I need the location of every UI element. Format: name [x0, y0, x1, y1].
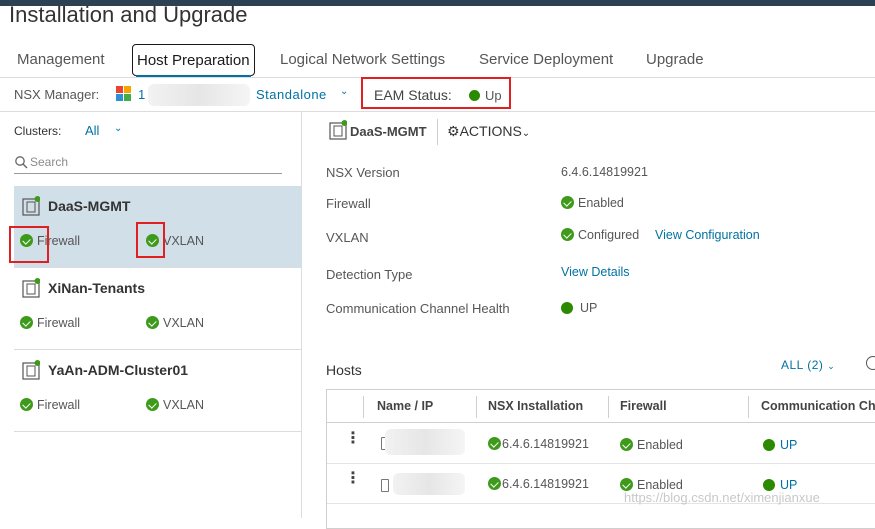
check-circle-icon — [488, 477, 501, 490]
column-name-ip[interactable]: Name / IP — [377, 399, 433, 413]
hosts-grid: Name / IP NSX Installation Firewall Comm… — [326, 389, 875, 529]
cluster-item-xinan-tenants[interactable]: XiNan-Tenants Firewall VXLAN — [14, 268, 302, 350]
firewall-cell: Enabled — [620, 438, 683, 452]
cluster-name: DaaS-MGMT — [48, 198, 131, 214]
check-circle-icon — [146, 398, 159, 411]
vxlan-value: Configured — [561, 228, 639, 242]
firewall-status: Firewall — [20, 398, 80, 412]
tab-host-preparation[interactable]: Host Preparation — [132, 44, 255, 78]
gear-icon: ⚙ — [447, 123, 460, 139]
nsx-manager-ip[interactable]: 1 — [138, 87, 145, 102]
redacted-host-name — [393, 473, 465, 495]
actions-menu-button[interactable]: ⚙ACTIONS⌄ — [447, 123, 530, 140]
column-divider — [476, 396, 477, 418]
check-circle-icon — [20, 398, 33, 411]
check-circle-icon — [561, 196, 574, 209]
status-dot-icon — [469, 90, 480, 101]
clusters-label: Clusters: — [14, 124, 62, 138]
tab-management[interactable]: Management — [17, 44, 105, 76]
firewall-value: Enabled — [561, 196, 624, 210]
eam-status-label: EAM Status: — [374, 87, 452, 103]
row-actions-icon[interactable]: ⋮ — [345, 471, 361, 487]
chevron-down-icon: ⌄ — [521, 128, 531, 139]
check-circle-icon — [146, 316, 159, 329]
view-configuration-link[interactable]: View Configuration — [655, 228, 760, 242]
redacted-ip — [148, 84, 250, 106]
comm-channel-cell[interactable]: UP — [763, 438, 797, 452]
page-title: Installation and Upgrade — [9, 2, 248, 27]
nsx-manager-mode-dropdown[interactable]: Standalone — [256, 87, 327, 102]
cluster-item-yaan-adm-cluster01[interactable]: YaAn-ADM-Cluster01 Firewall VXLAN — [14, 350, 302, 432]
search-input[interactable] — [30, 153, 280, 171]
header-divider — [437, 119, 438, 145]
hosts-title: Hosts — [326, 362, 362, 378]
cluster-name: YaAn-ADM-Cluster01 — [48, 362, 189, 378]
watermark: https://blog.csdn.net/ximenjianxue — [624, 490, 820, 505]
tab-service-deployment[interactable]: Service Deployment — [479, 44, 613, 76]
vxlan-status: VXLAN — [146, 316, 204, 330]
check-circle-icon — [620, 438, 633, 451]
nsx-manager-icon — [116, 86, 132, 102]
cluster-icon — [329, 120, 347, 140]
nsx-version-label: NSX Version — [326, 165, 400, 180]
nsx-installation-cell: 6.4.6.14819921 — [488, 477, 589, 491]
cluster-name: XiNan-Tenants — [48, 280, 145, 296]
search-icon[interactable] — [866, 356, 875, 370]
detection-type-label: Detection Type — [326, 267, 413, 282]
search-icon — [15, 156, 28, 169]
eam-status-value: Up — [485, 88, 502, 103]
check-circle-icon — [488, 437, 501, 450]
status-dot-icon — [763, 439, 775, 451]
nsx-version-value: 6.4.6.14819921 — [561, 165, 648, 179]
status-dot-icon — [561, 302, 573, 314]
detail-cluster-name: DaaS-MGMT — [350, 124, 427, 139]
check-circle-icon — [561, 228, 574, 241]
vxlan-highlight — [136, 222, 165, 258]
table-row[interactable]: ⋮ 6.4.6.14819921 Enabled UP — [327, 425, 875, 464]
tab-bar: Management Host Preparation Logical Netw… — [0, 44, 875, 78]
clusters-panel: Clusters: All ⌄ DaaS-MGMT Firewall VXLAN… — [0, 112, 302, 518]
column-communication-channel[interactable]: Communication Ch — [761, 399, 875, 413]
column-divider — [363, 396, 364, 418]
column-nsx-installation[interactable]: NSX Installation — [488, 399, 583, 413]
nsx-manager-label: NSX Manager: — [14, 87, 100, 102]
firewall-label: Firewall — [326, 196, 371, 211]
tab-upgrade[interactable]: Upgrade — [646, 44, 704, 76]
vxlan-label: VXLAN — [326, 230, 369, 245]
comm-channel-value: UP — [561, 301, 597, 315]
firewall-highlight — [9, 226, 49, 263]
cluster-icon — [22, 278, 40, 298]
tab-logical-network-settings[interactable]: Logical Network Settings — [280, 44, 445, 76]
redacted-host-name — [385, 429, 465, 455]
column-firewall[interactable]: Firewall — [620, 399, 667, 413]
clusters-filter-dropdown[interactable]: All — [85, 123, 99, 138]
chevron-down-icon[interactable]: ⌄ — [340, 86, 348, 97]
chevron-down-icon[interactable]: ⌄ — [114, 123, 122, 134]
nsx-installation-cell: 6.4.6.14819921 — [488, 437, 589, 451]
vxlan-status: VXLAN — [146, 398, 204, 412]
column-divider — [748, 396, 749, 418]
firewall-status: Firewall — [20, 316, 80, 330]
grid-header: Name / IP NSX Installation Firewall Comm… — [327, 390, 875, 423]
check-circle-icon — [20, 316, 33, 329]
cluster-icon — [22, 196, 40, 216]
cluster-icon — [22, 360, 40, 380]
row-actions-icon[interactable]: ⋮ — [345, 431, 361, 447]
chevron-down-icon: ⌄ — [827, 361, 836, 371]
hosts-filter-dropdown[interactable]: ALL (2) ⌄ — [781, 358, 835, 372]
view-details-link[interactable]: View Details — [561, 265, 630, 279]
cluster-search — [14, 152, 282, 174]
column-divider — [608, 396, 609, 418]
host-icon — [381, 479, 389, 492]
comm-channel-label: Communication Channel Health — [326, 301, 510, 316]
